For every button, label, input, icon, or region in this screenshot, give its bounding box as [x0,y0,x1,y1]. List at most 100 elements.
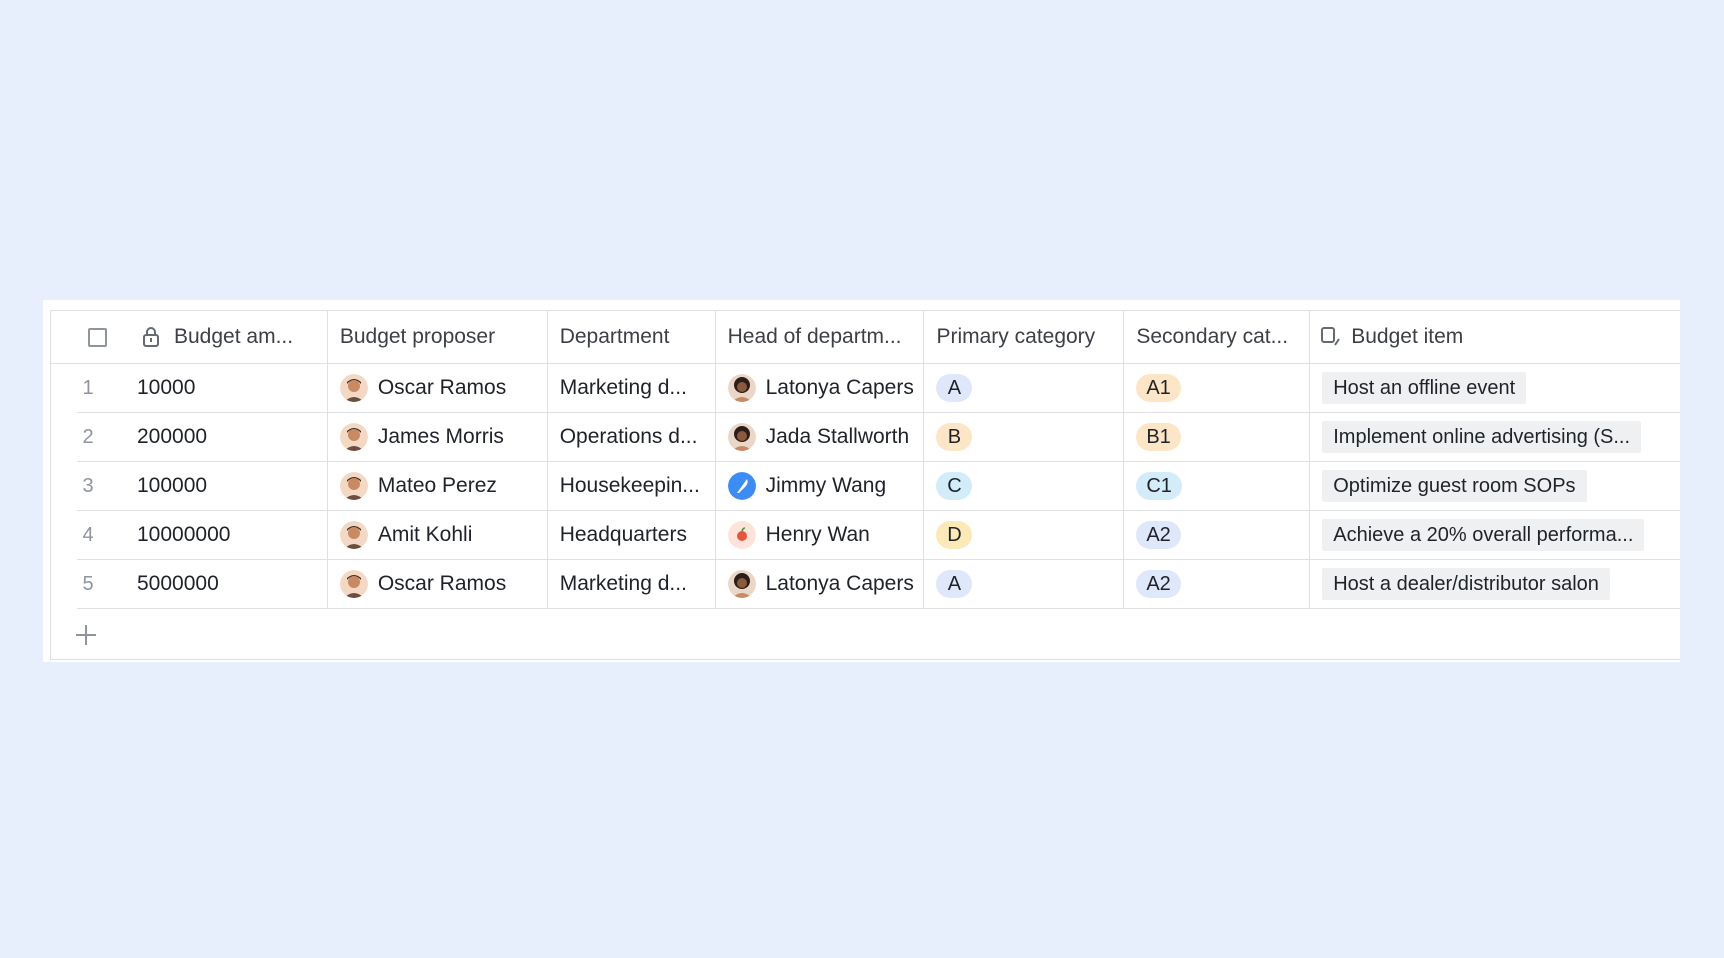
budget-proposer-cell[interactable]: Mateo Perez [328,462,548,510]
budget-item-cell[interactable]: Optimize guest room SOPs [1310,462,1680,510]
woman-avatar-icon [727,374,756,402]
header-row: Budget am... Budget proposer Department … [51,311,1680,364]
header-department[interactable]: Department [548,311,716,363]
department-cell[interactable]: Marketing d... [548,560,716,608]
secondary-category-cell[interactable]: B1 [1124,413,1311,461]
budget-amount-cell[interactable]: 1 10000 [77,364,328,412]
header-label: Primary category [936,325,1096,348]
department-value: Headquarters [559,523,687,546]
header-head-of-department[interactable]: Head of departm... [716,311,925,363]
proposer-name: Mateo Perez [377,474,497,497]
budget-item-tag: Optimize guest room SOPs [1322,470,1587,502]
feather-avatar-icon [727,472,756,500]
department-cell[interactable]: Operations d... [548,413,716,461]
budget-amount-value: 10000 [137,376,196,399]
header-budget-proposer[interactable]: Budget proposer [328,311,548,363]
text-field-icon [1321,327,1341,346]
primary-category-pill: B [936,423,973,451]
budget-item-cell[interactable]: Host a dealer/distributor salon [1310,560,1680,608]
primary-category-cell[interactable]: B [924,413,1125,461]
head-name: Jada Stallworth [765,425,910,448]
table-row[interactable]: 4 10000000 Amit Kohli Headquarters Henry… [77,511,1680,560]
proposer-name: Oscar Ramos [377,572,507,595]
budget-proposer-cell[interactable]: Oscar Ramos [328,560,548,608]
budget-item-cell[interactable]: Host an offline event [1310,364,1680,412]
primary-category-cell[interactable]: A [924,364,1125,412]
header-secondary-category[interactable]: Secondary cat... [1124,311,1311,363]
primary-category-cell[interactable]: D [924,511,1125,559]
man-avatar-icon [339,472,368,500]
secondary-category-pill: A1 [1136,374,1181,402]
head-of-department-cell[interactable]: Jada Stallworth [716,413,925,461]
table-card: Budget am... Budget proposer Department … [43,300,1680,662]
head-name: Latonya Capers [765,572,914,595]
department-value: Operations d... [559,425,698,448]
department-value: Marketing d... [559,572,687,595]
secondary-category-cell[interactable]: A1 [1124,364,1311,412]
man-avatar-icon [339,374,368,402]
head-name: Henry Wan [765,523,870,546]
head-of-department-cell[interactable]: Jimmy Wang [716,462,925,510]
woman-avatar-icon [727,423,756,451]
primary-category-pill: C [936,472,973,500]
budget-amount-cell[interactable]: 2 200000 [77,413,328,461]
header-primary-category[interactable]: Primary category [924,311,1125,363]
budget-amount-value: 100000 [137,474,208,497]
department-cell[interactable]: Housekeepin... [548,462,716,510]
secondary-category-cell[interactable]: C1 [1124,462,1311,510]
budget-amount-cell[interactable]: 4 10000000 [77,511,328,559]
budget-item-cell[interactable]: Achieve a 20% overall performa... [1310,511,1680,559]
row-number: 1 [82,376,94,399]
budget-item-tag: Implement online advertising (S... [1322,421,1642,453]
head-of-department-cell[interactable]: Latonya Capers [716,560,925,608]
man-avatar-icon [339,521,368,549]
budget-amount-value: 10000000 [137,523,231,546]
secondary-category-cell[interactable]: A2 [1124,511,1311,559]
budget-amount-cell[interactable]: 5 5000000 [77,560,328,608]
header-label: Head of departm... [727,325,902,348]
row-number: 4 [82,523,94,546]
lock-icon [143,327,159,347]
header-budget-amount[interactable]: Budget am... [51,311,328,363]
proposer-name: Amit Kohli [377,523,473,546]
budget-amount-value: 5000000 [137,572,219,595]
budget-proposer-cell[interactable]: Oscar Ramos [328,364,548,412]
head-of-department-cell[interactable]: Henry Wan [716,511,925,559]
header-budget-item[interactable]: Budget item [1310,311,1680,363]
table-row[interactable]: 1 10000 Oscar Ramos Marketing d... Laton… [77,364,1680,413]
budget-amount-value: 200000 [137,425,208,448]
primary-category-pill: A [936,570,973,598]
secondary-category-cell[interactable]: A2 [1124,560,1311,608]
table-row[interactable]: 3 100000 Mateo Perez Housekeepin... Jimm… [77,462,1680,511]
secondary-category-pill: B1 [1136,423,1181,451]
header-label: Budget item [1351,325,1464,348]
department-value: Housekeepin... [559,474,700,497]
row-number: 5 [82,572,94,595]
primary-category-cell[interactable]: C [924,462,1125,510]
head-name: Latonya Capers [765,376,914,399]
department-cell[interactable]: Headquarters [548,511,716,559]
select-all-checkbox[interactable] [88,327,107,347]
proposer-name: James Morris [377,425,504,448]
budget-item-cell[interactable]: Implement online advertising (S... [1310,413,1680,461]
budget-item-tag: Host a dealer/distributor salon [1322,568,1610,600]
header-label: Budget am... [174,325,294,348]
head-of-department-cell[interactable]: Latonya Capers [716,364,925,412]
department-cell[interactable]: Marketing d... [548,364,716,412]
head-name: Jimmy Wang [765,474,887,497]
secondary-category-pill: A2 [1136,570,1181,598]
primary-category-cell[interactable]: A [924,560,1125,608]
budget-proposer-cell[interactable]: Amit Kohli [328,511,548,559]
budget-proposer-cell[interactable]: James Morris [328,413,548,461]
budget-item-tag: Achieve a 20% overall performa... [1322,519,1645,551]
primary-category-pill: A [936,374,973,402]
secondary-category-pill: C1 [1136,472,1182,500]
man-avatar-icon [339,570,368,598]
secondary-category-pill: A2 [1136,521,1181,549]
apple-avatar-icon [727,521,756,549]
add-row-button[interactable] [73,622,99,648]
budget-amount-cell[interactable]: 3 100000 [77,462,328,510]
table-row[interactable]: 5 5000000 Oscar Ramos Marketing d... Lat… [77,560,1680,609]
table-row[interactable]: 2 200000 James Morris Operations d... Ja… [77,413,1680,462]
department-value: Marketing d... [559,376,687,399]
